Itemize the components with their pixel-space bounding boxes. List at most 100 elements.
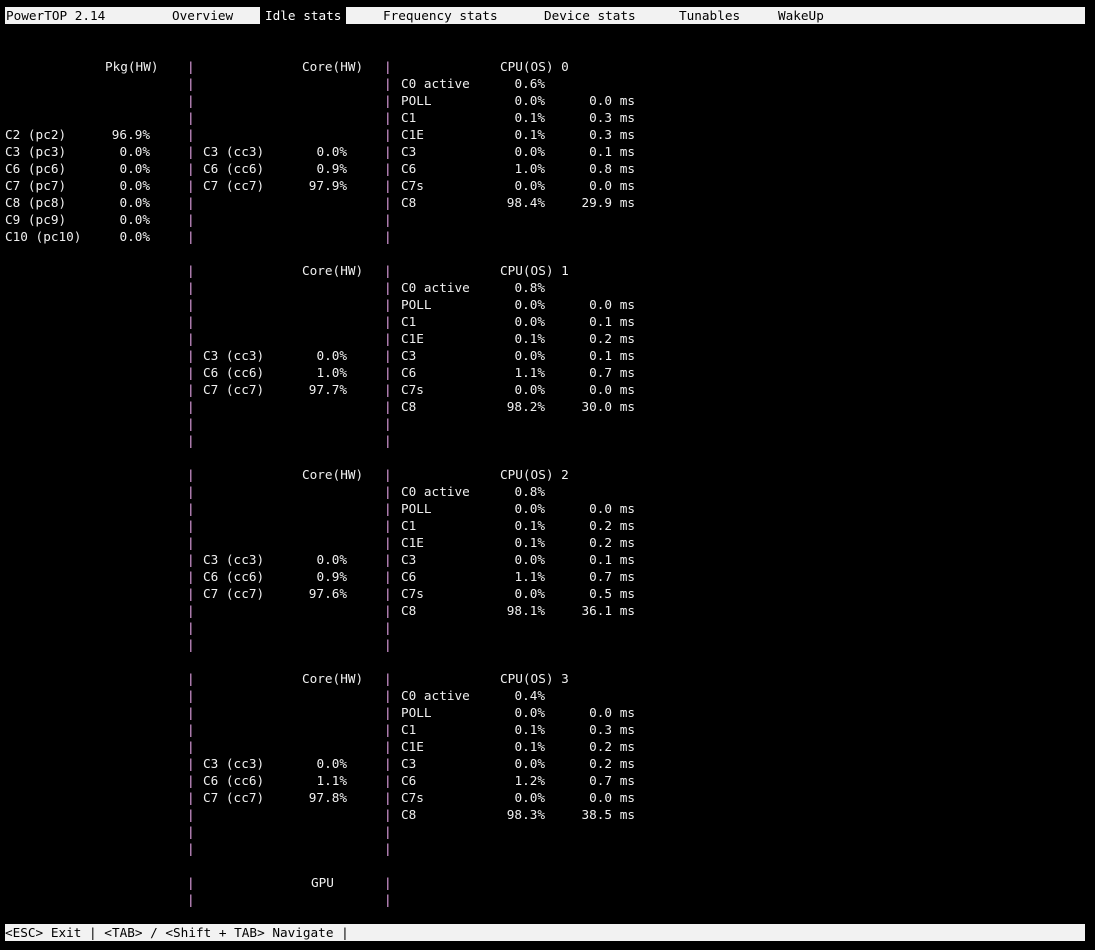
cpu-active-label: C0 active (401, 484, 470, 499)
pkg-state-value: 96.9% (111, 127, 150, 142)
core-header: Core(HW) (302, 467, 364, 482)
cpu-state-name: C1E (401, 739, 424, 754)
cpu-state-pct: 98.4% (506, 195, 545, 210)
cpu-state-pct: 0.1% (514, 331, 545, 346)
core-state-value: 0.9% (316, 161, 347, 176)
cpu-state-name: C8 (401, 399, 417, 414)
separator: | (384, 841, 392, 856)
core-state-name: C6 (cc6) (203, 569, 265, 584)
separator: | (384, 722, 392, 737)
cpu-state-name: C1E (401, 535, 424, 550)
cpu-header: CPU(OS) 2 (500, 467, 569, 482)
separator: | (384, 127, 392, 142)
cpu-state-pct: 0.0% (514, 93, 545, 108)
core-state-value: 0.0% (316, 144, 347, 159)
separator: | (187, 382, 195, 397)
separator: | (187, 722, 195, 737)
core-state-value: 97.9% (308, 178, 347, 193)
core-state-value: 1.1% (316, 773, 347, 788)
cpu-state-time: 0.7 ms (589, 569, 635, 584)
cpu-active-label: C0 active (401, 688, 470, 703)
core-state-name: C7 (cc7) (203, 790, 265, 805)
separator: | (187, 705, 195, 720)
cpu-state-pct: 1.2% (514, 773, 545, 788)
cpu-state-name: C6 (401, 773, 417, 788)
separator: | (187, 59, 195, 74)
separator: | (384, 518, 392, 533)
cpu-state-pct: 0.0% (514, 314, 545, 329)
separator: | (187, 756, 195, 771)
cpu-state-name: C7s (401, 790, 424, 805)
cpu-state-name: C6 (401, 161, 417, 176)
separator: | (384, 297, 392, 312)
separator: | (384, 59, 392, 74)
separator: | (187, 484, 195, 499)
separator: | (384, 824, 392, 839)
cpu-state-pct: 0.0% (514, 705, 545, 720)
separator: | (187, 229, 195, 244)
separator: | (187, 331, 195, 346)
pkg-state-name: C2 (pc2) (5, 127, 67, 142)
cpu-state-time: 0.7 ms (589, 365, 635, 380)
cpu-state-time: 29.9 ms (581, 195, 635, 210)
separator: | (384, 739, 392, 754)
separator: | (384, 399, 392, 414)
cpu-state-pct: 0.1% (514, 127, 545, 142)
separator: | (187, 110, 195, 125)
cpu-state-pct: 0.1% (514, 518, 545, 533)
cpu-state-name: C1 (401, 722, 417, 737)
cpu-state-time: 0.5 ms (589, 586, 635, 601)
separator: | (384, 807, 392, 822)
cpu-state-pct: 0.0% (514, 382, 545, 397)
separator: | (187, 348, 195, 363)
separator: | (384, 365, 392, 380)
cpu-state-time: 0.3 ms (589, 110, 635, 125)
core-header: Core(HW) (302, 59, 364, 74)
separator: | (187, 552, 195, 567)
separator: | (187, 518, 195, 533)
cpu-state-name: C6 (401, 569, 417, 584)
core-state-name: C7 (cc7) (203, 586, 265, 601)
separator: | (187, 416, 195, 431)
separator: | (384, 620, 392, 635)
cpu-state-time: 0.0 ms (589, 93, 635, 108)
separator: | (187, 467, 195, 482)
core-state-name: C7 (cc7) (203, 178, 265, 193)
separator: | (187, 297, 195, 312)
separator: | (384, 535, 392, 550)
separator: | (187, 144, 195, 159)
separator: | (384, 586, 392, 601)
separator: | (384, 484, 392, 499)
core-state-name: C7 (cc7) (203, 382, 265, 397)
cpu-state-time: 0.2 ms (589, 518, 635, 533)
separator: | (187, 773, 195, 788)
separator: | (187, 93, 195, 108)
cpu-state-name: C8 (401, 603, 417, 618)
cpu-state-time: 0.0 ms (589, 501, 635, 516)
pkg-state-name: C3 (pc3) (5, 144, 67, 159)
pkg-state-name: C6 (pc6) (5, 161, 67, 176)
cpu-state-pct: 0.0% (514, 501, 545, 516)
cpu-state-pct: 0.0% (514, 297, 545, 312)
cpu-state-time: 38.5 ms (581, 807, 635, 822)
separator: | (187, 637, 195, 652)
cpu-state-name: C3 (401, 552, 417, 567)
cpu-state-pct: 98.3% (506, 807, 545, 822)
cpu-state-time: 0.1 ms (589, 144, 635, 159)
cpu-state-pct: 0.1% (514, 739, 545, 754)
cpu-state-pct: 0.0% (514, 144, 545, 159)
separator: | (187, 433, 195, 448)
cpu-state-time: 0.0 ms (589, 297, 635, 312)
cpu-active-value: 0.8% (514, 484, 545, 499)
separator: | (187, 569, 195, 584)
cpu-state-pct: 0.1% (514, 110, 545, 125)
pkg-state-name: C10 (pc10) (5, 229, 82, 244)
cpu-state-pct: 0.0% (514, 756, 545, 771)
cpu-state-name: POLL (401, 93, 432, 108)
core-state-value: 0.0% (316, 348, 347, 363)
separator: | (187, 263, 195, 278)
separator: | (187, 127, 195, 142)
pkg-state-name: C8 (pc8) (5, 195, 67, 210)
separator: | (384, 552, 392, 567)
cpu-state-name: C1 (401, 110, 417, 125)
